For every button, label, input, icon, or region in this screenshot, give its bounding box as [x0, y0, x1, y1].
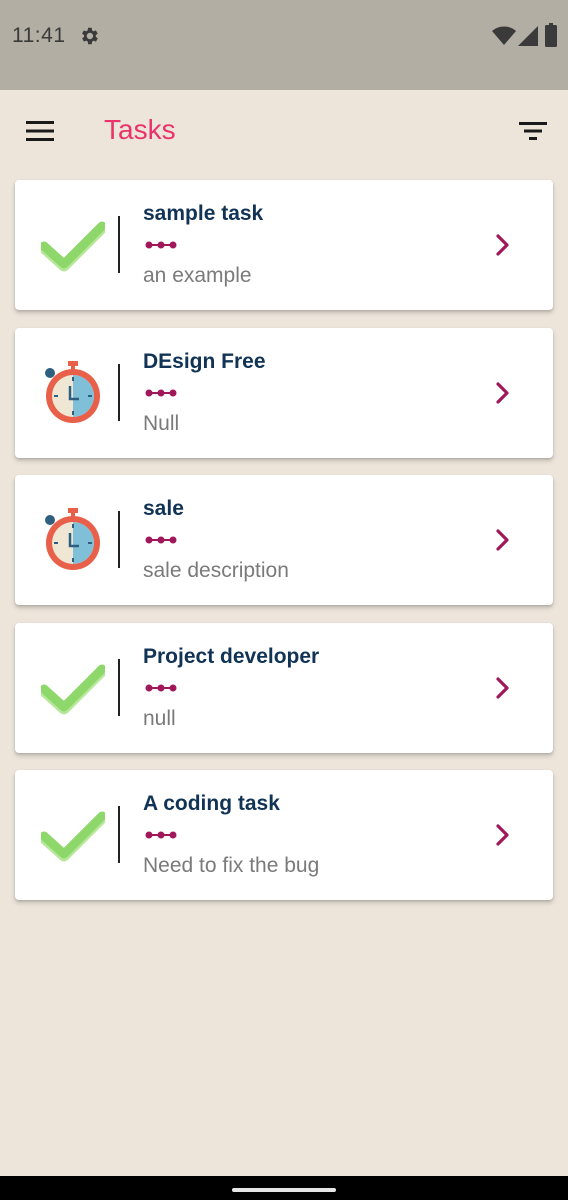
task-description: sale description: [143, 559, 289, 582]
chevron-right-icon[interactable]: [495, 823, 511, 847]
task-description: Need to fix the bug: [143, 854, 320, 877]
chevron-right-icon[interactable]: [495, 233, 511, 257]
check-icon: [41, 221, 105, 272]
task-card[interactable]: A coding task Need to fix the bug: [15, 770, 553, 900]
divider: [118, 806, 120, 863]
task-title: A coding task: [143, 792, 280, 815]
settings-gear-icon: [82, 27, 98, 45]
task-title: Project developer: [143, 644, 320, 668]
dots-icon: [145, 241, 177, 249]
stopwatch-icon: [45, 360, 100, 423]
divider: [118, 511, 120, 568]
task-card[interactable]: DEsign Free Null: [15, 327, 553, 458]
dots-icon: [145, 831, 177, 839]
divider: [118, 658, 120, 716]
task-card[interactable]: Project developer null: [15, 622, 553, 753]
status-time: 11:41: [12, 24, 66, 47]
chevron-right-icon[interactable]: [495, 381, 511, 405]
divider: [118, 216, 120, 273]
cell-signal-icon: [518, 26, 538, 46]
app-bar: Tasks: [0, 90, 568, 174]
dots-icon: [145, 389, 177, 396]
task-title: sale: [143, 497, 184, 520]
divider: [118, 363, 120, 421]
check-icon: [41, 811, 105, 862]
status-bar: 11:41: [0, 0, 568, 90]
task-title: DEsign Free: [143, 349, 266, 373]
task-card[interactable]: sample task an example: [15, 180, 553, 310]
dots-icon: [145, 536, 177, 544]
task-card[interactable]: sale sale description: [15, 475, 553, 605]
home-gesture-handle[interactable]: [232, 1188, 336, 1192]
stopwatch-icon: [45, 508, 100, 570]
chevron-right-icon[interactable]: [495, 676, 511, 700]
task-description: null: [143, 706, 176, 730]
battery-icon: [545, 23, 557, 47]
dots-icon: [145, 684, 177, 691]
page-title: Tasks: [104, 114, 176, 145]
task-description: Null: [143, 411, 180, 435]
check-icon: [41, 664, 105, 714]
system-nav-bar: [0, 1176, 568, 1200]
hamburger-menu-icon[interactable]: [26, 120, 54, 142]
wifi-icon: [492, 26, 516, 45]
task-title: sample task: [143, 202, 264, 225]
task-list: sample task an example DEsign Free Null …: [15, 180, 553, 918]
task-description: an example: [143, 264, 252, 287]
chevron-right-icon[interactable]: [495, 528, 511, 552]
filter-icon[interactable]: [519, 121, 547, 141]
